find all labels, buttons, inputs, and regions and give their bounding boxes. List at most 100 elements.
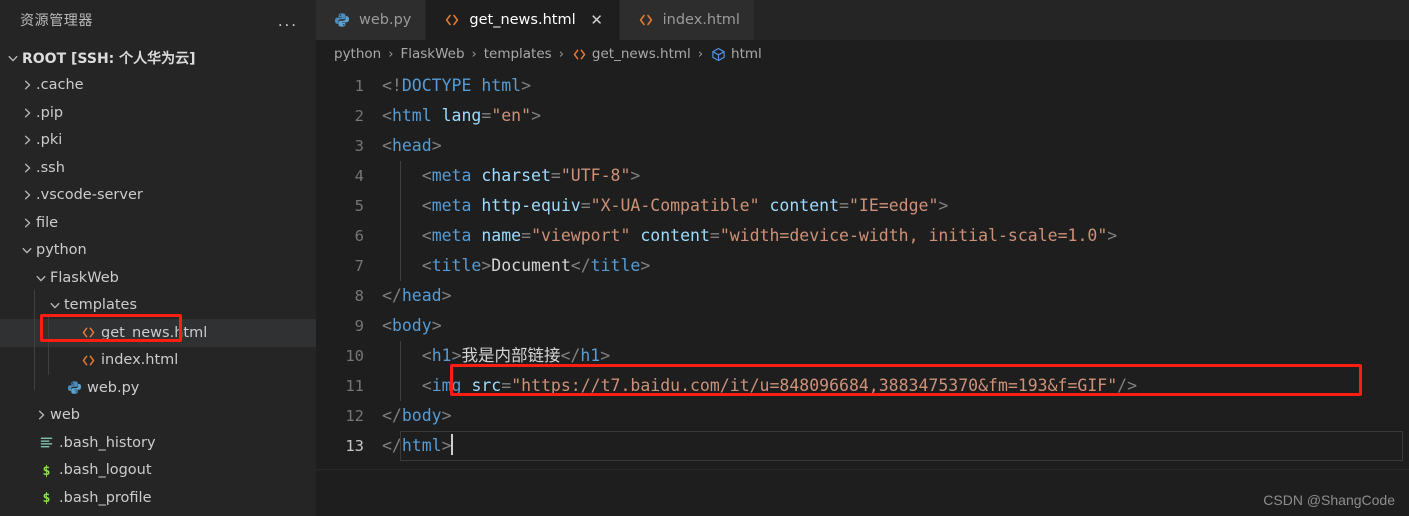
code-line[interactable]: 8 </head> [316,281,1409,311]
tree-item-web-py[interactable]: web.py [0,374,316,402]
shell-file-icon: $ [36,490,56,505]
code-line[interactable]: 13 </html> [316,431,1409,461]
chevron-right-icon[interactable] [32,408,50,422]
more-actions-icon[interactable]: ... [278,12,298,29]
tree-item-file[interactable]: file [0,209,316,237]
code-token: name [481,226,522,245]
code-token: body [401,406,442,425]
code-editor[interactable]: 1 <!DOCTYPE html> 2 <html lang="en"> 3 <head>… [316,68,1409,461]
breadcrumb-item-flaskweb[interactable]: FlaskWeb [400,46,464,62]
tree-item-vscode-server[interactable]: .vscode-server [0,182,316,210]
breadcrumb-label: html [731,46,762,62]
python-file-icon [64,380,84,395]
code-line[interactable]: 4 <meta charset="UTF-8"> [316,161,1409,191]
code-token: > [600,346,611,365]
code-token: html [481,76,522,95]
tree-item-ssh[interactable]: .ssh [0,154,316,182]
chevron-right-icon[interactable] [18,188,36,202]
code-token: html [391,106,432,125]
breadcrumb-item-html[interactable]: html [710,46,762,62]
breadcrumb-separator: › [697,46,704,62]
tab-index-html[interactable]: index.html [619,0,755,40]
code-token: > [531,106,541,125]
tree-item-cache[interactable]: .cache [0,72,316,100]
chevron-right-icon[interactable] [18,161,36,175]
code-line[interactable]: 1 <!DOCTYPE html> [316,71,1409,101]
code-line[interactable]: 2 <html lang="en"> [316,101,1409,131]
code-token: > [630,166,641,185]
chevron-down-icon[interactable] [46,298,64,312]
tree-item-label: .ssh [36,159,65,176]
code-line[interactable]: 7 <title>Document</title> [316,251,1409,281]
tree-item-pki[interactable]: .pki [0,127,316,155]
tab-close-icon[interactable]: ✕ [589,12,605,28]
tree-item-web[interactable]: web [0,402,316,430]
code-line[interactable]: 3 <head> [316,131,1409,161]
tab-web-py[interactable]: web.py [316,0,427,40]
code-line[interactable]: 12 </body> [316,401,1409,431]
code-token: "X-UA-Compatible" [590,196,760,215]
code-line-text: <title>Document</title> [382,251,651,281]
code-line-text: </html> [382,431,453,461]
chevron-down-icon[interactable] [4,51,22,65]
tree-item-label: file [36,214,59,231]
code-line[interactable]: 5 <meta http-equiv="X-UA-Compatible" con… [316,191,1409,221]
code-token: > [640,256,651,275]
chevron-right-icon[interactable] [18,78,36,92]
chevron-right-icon[interactable] [18,133,36,147]
tree-item-flaskweb[interactable]: FlaskWeb [0,264,316,292]
code-token: /> [1117,376,1138,395]
tab-get-news-html[interactable]: get_news.html ✕ [426,0,620,40]
tree-item-pip[interactable]: .pip [0,99,316,127]
code-token: img [431,376,462,395]
breadcrumb-item-templates[interactable]: templates [484,46,552,62]
code-token: > [481,256,492,275]
tree-item-root-ssh[interactable]: ROOT [SSH: 个人华为云] [0,44,316,72]
breadcrumb-label: templates [483,46,552,62]
code-token: < [421,196,432,215]
tree-item-label: templates [64,297,138,314]
chevron-down-icon[interactable] [18,243,36,257]
breadcrumb-item-get-news-html[interactable]: get_news.html [571,46,691,62]
code-line-text: <html lang="en"> [382,101,541,131]
python-file-icon [332,12,352,28]
chevron-down-icon[interactable] [32,271,50,285]
explorer-sidebar: 资源管理器 ... ROOT [SSH: 个人华为云] .cache .pip … [0,0,316,516]
line-number: 8 [354,287,364,305]
shell-file-icon: $ [36,463,56,478]
breadcrumb-separator: › [471,46,477,62]
chevron-right-icon[interactable] [18,106,36,120]
indent-guide [400,221,401,251]
code-line-text: </head> [382,281,452,311]
code-token: > [431,316,442,335]
breadcrumb-label: FlaskWeb [400,46,465,62]
code-line[interactable]: 9 <body> [316,311,1409,341]
code-token: < [421,346,432,365]
line-number: 11 [345,377,364,395]
tree-item-bash-profile[interactable]: $ .bash_profile [0,484,316,512]
breadcrumb-item-python[interactable]: python [334,46,381,62]
chevron-right-icon[interactable] [18,216,36,230]
code-token: src [471,376,502,395]
code-line[interactable]: 10 <h1>我是内部链接</h1> [316,341,1409,371]
text-file-icon [36,435,56,450]
editor-area: web.py get_news.html ✕ index.html python ›… [316,0,1409,516]
tree-item-python[interactable]: python [0,237,316,265]
code-token: Document [491,256,571,275]
code-token: "UTF-8" [560,166,631,185]
watermark: CSDN @ShangCode [1263,492,1395,508]
tree-item-bash-logout[interactable]: $ .bash_logout [0,457,316,485]
code-line[interactable]: 6 <meta name="viewport" content="width=d… [316,221,1409,251]
code-token: meta [431,196,472,215]
code-token: = [501,376,512,395]
tree-item-bash-history[interactable]: .bash_history [0,429,316,457]
code-line[interactable]: 11 <img src="https://t7.baidu.com/it/u=8… [316,371,1409,401]
line-number: 4 [354,167,364,185]
tree-item-templates[interactable]: templates [0,292,316,320]
html-file-icon [78,353,98,368]
tree-item-label: .vscode-server [36,187,143,204]
